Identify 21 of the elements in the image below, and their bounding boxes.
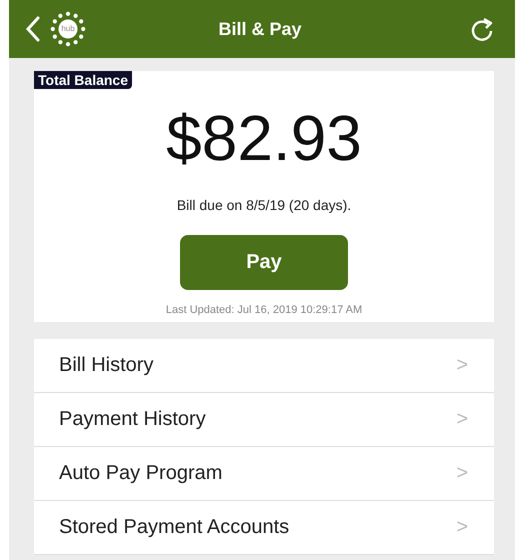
total-balance-label: Total Balance (34, 71, 132, 89)
menu-item[interactable]: Bill History > (34, 339, 494, 393)
last-updated-text: Last Updated: Jul 16, 2019 10:29:17 AM (166, 304, 362, 316)
menu-item[interactable]: Auto Pay Program > (34, 447, 494, 501)
balance-amount: $82.93 (166, 101, 362, 175)
back-icon[interactable] (25, 16, 41, 42)
menu-item-label: Bill History (59, 354, 154, 377)
menu-item-label: Stored Payment Accounts (59, 516, 290, 539)
menu-item[interactable]: Stored Payment Accounts > (34, 501, 494, 555)
due-date-text: Bill due on 8/5/19 (20 days). (176, 197, 352, 213)
window-title: Bill & Pay (218, 18, 302, 40)
logo-text: hub (60, 23, 76, 35)
menu-item-label: Auto Pay Program (59, 462, 222, 485)
chevron-icon: > (456, 516, 468, 539)
menu-item-label: Payment History (59, 408, 206, 431)
chevron-icon: > (456, 462, 468, 485)
pay-button[interactable]: Pay (180, 235, 348, 290)
refresh-icon[interactable] (471, 16, 495, 42)
chevron-icon: > (456, 408, 468, 431)
menu-item[interactable]: Payment History > (34, 393, 494, 447)
chevron-icon: > (456, 354, 468, 377)
